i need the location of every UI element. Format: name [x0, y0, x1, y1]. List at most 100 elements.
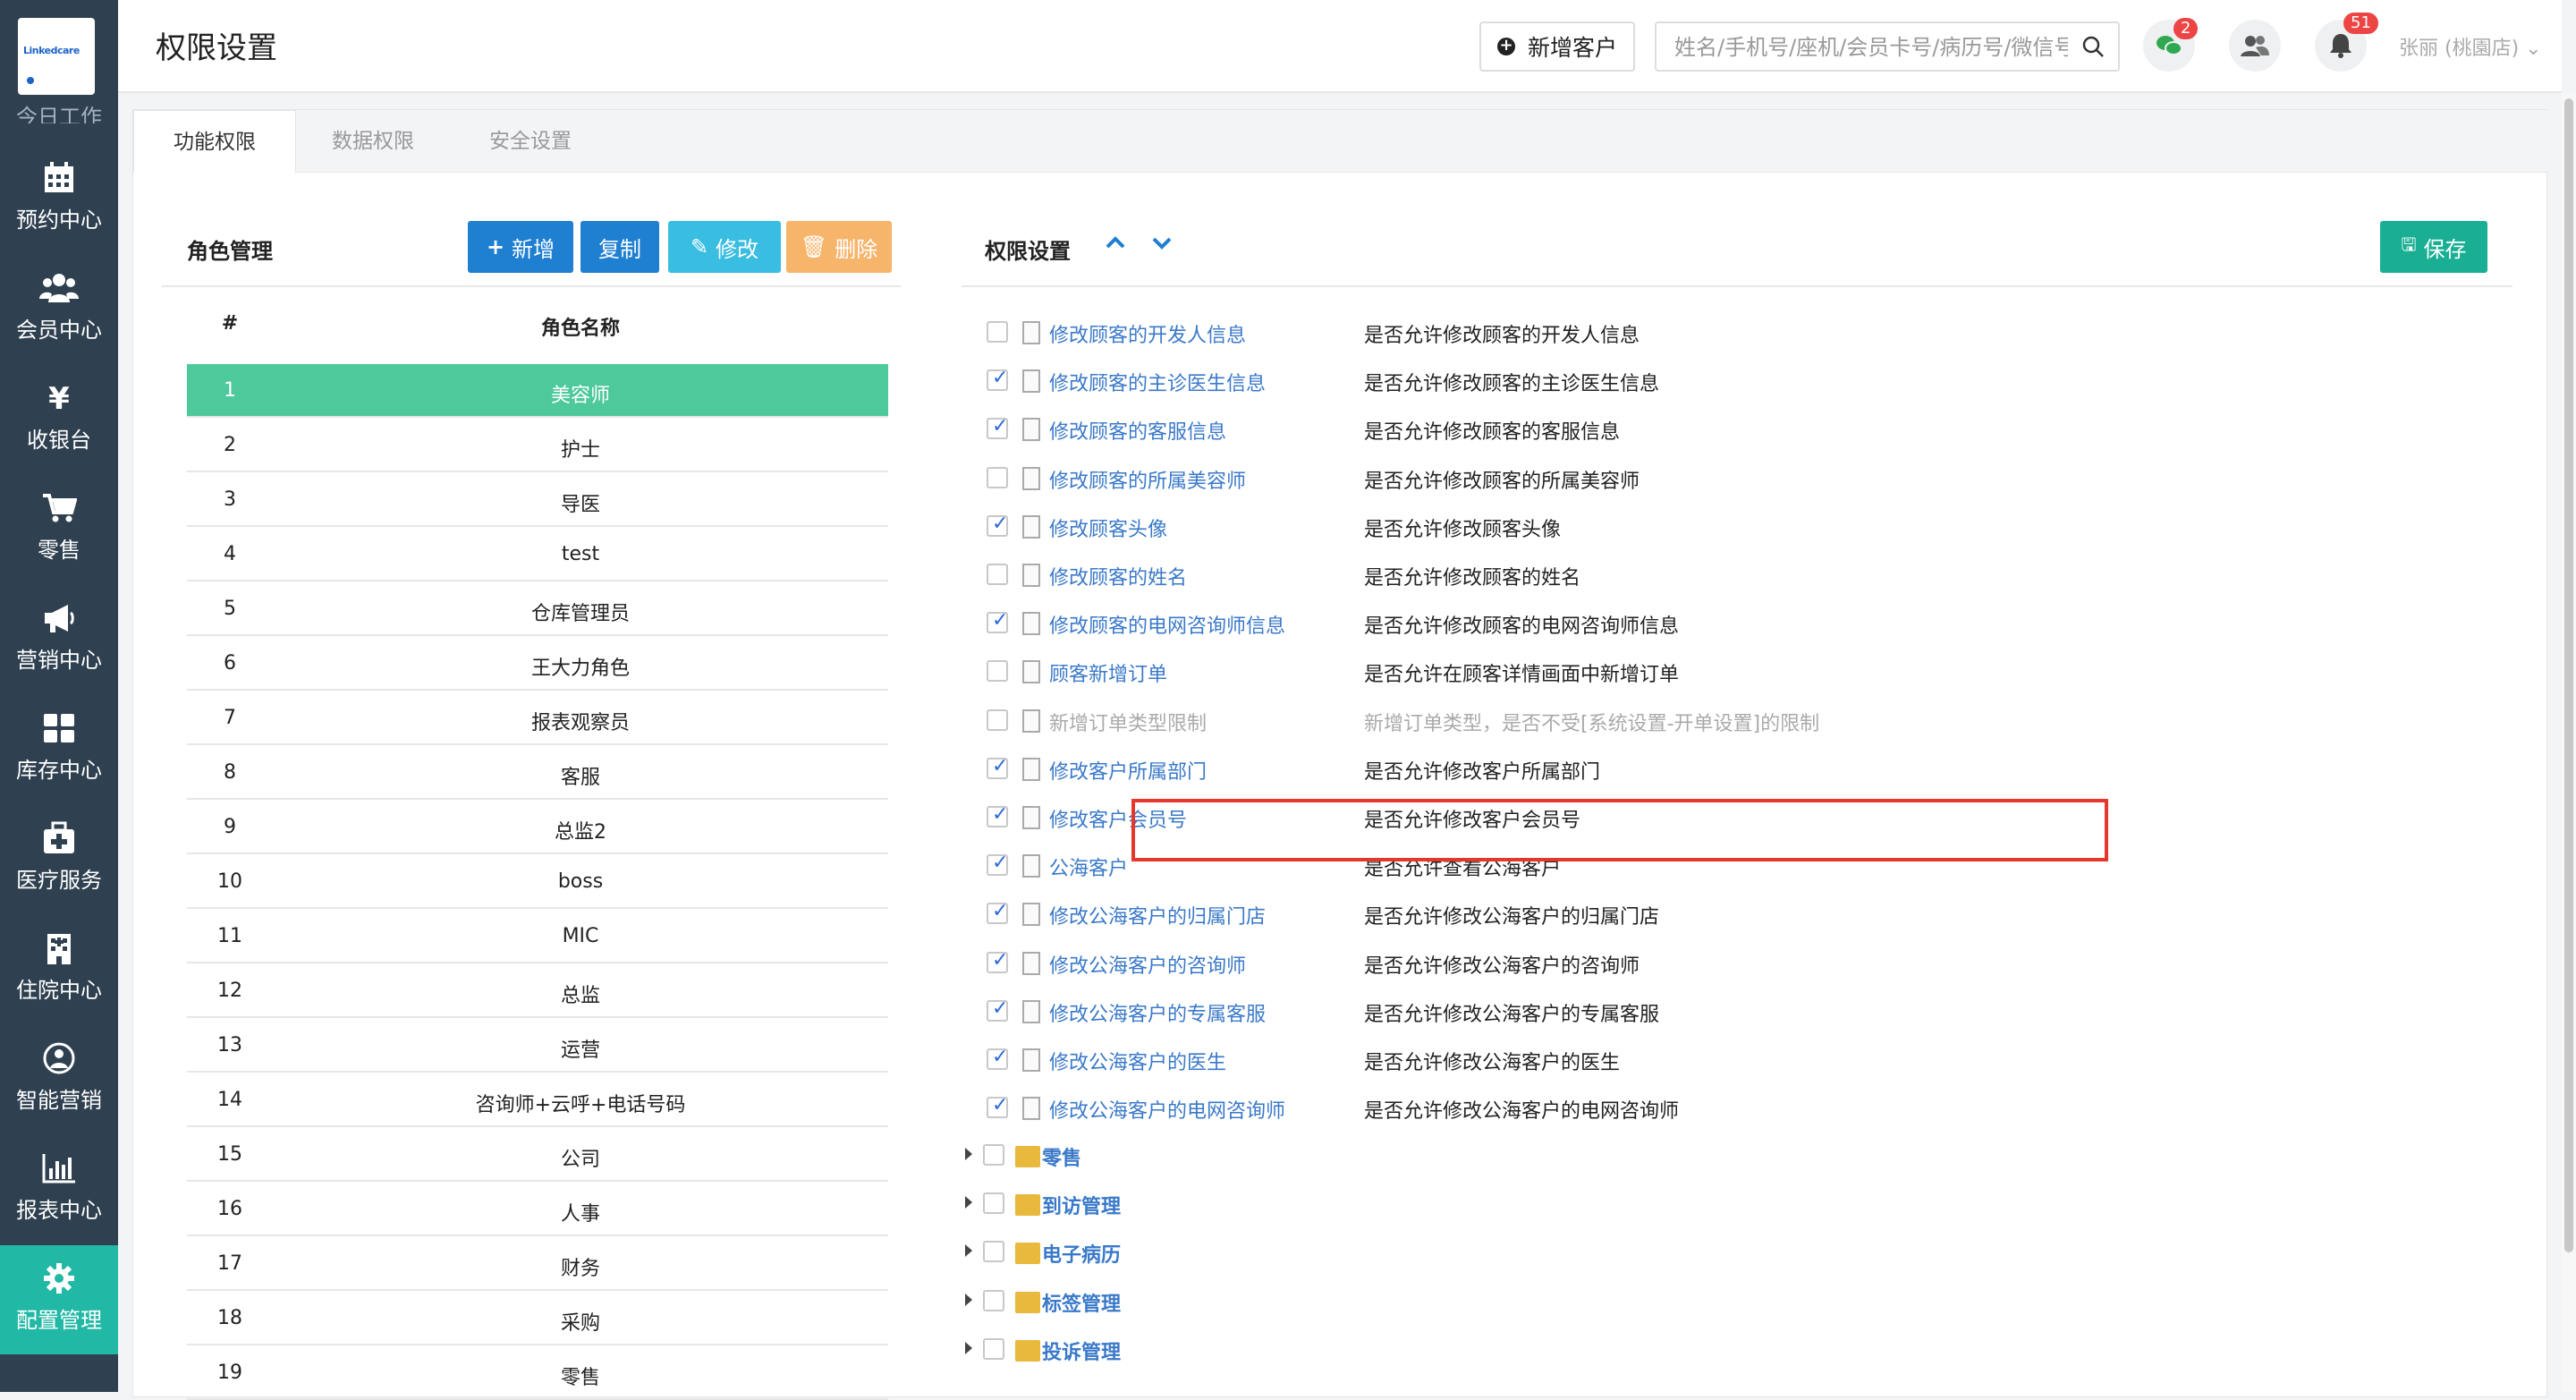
- role-row[interactable]: 7 报表观察员: [187, 692, 888, 745]
- role-row[interactable]: 3 导医: [187, 473, 888, 527]
- sidebar-item-8[interactable]: 住院中心: [0, 915, 118, 1024]
- copy-role-button[interactable]: 复制: [580, 221, 659, 273]
- permission-checkbox[interactable]: [987, 466, 1008, 488]
- permission-checkbox[interactable]: ✓: [987, 1046, 1008, 1070]
- group-checkbox[interactable]: [983, 1241, 1004, 1263]
- add-customer-button[interactable]: + 新增客户: [1479, 21, 1635, 72]
- permission-checkbox[interactable]: ✓: [987, 900, 1008, 925]
- permission-name[interactable]: 修改公海客户的咨询师: [1049, 950, 1246, 979]
- permission-checkbox[interactable]: ✓: [987, 997, 1008, 1022]
- group-name[interactable]: 投诉管理: [1042, 1336, 1121, 1365]
- role-row[interactable]: 2 护士: [187, 419, 888, 472]
- permission-name[interactable]: 顾客新增订单: [1049, 658, 1167, 687]
- caret-right-icon[interactable]: [965, 1196, 972, 1209]
- sidebar-item-6[interactable]: 库存中心: [0, 695, 118, 804]
- permission-name[interactable]: 修改顾客头像: [1049, 513, 1167, 542]
- role-row[interactable]: 6 王大力角色: [187, 637, 888, 691]
- role-row[interactable]: 11 MIC: [187, 910, 888, 963]
- page-scrollbar[interactable]: [2562, 93, 2576, 1392]
- group-name[interactable]: 电子病历: [1042, 1239, 1121, 1268]
- delete-role-button[interactable]: 🗑 删除: [786, 221, 892, 273]
- user-menu[interactable]: 张丽 (桃園店) ⌄: [2399, 32, 2542, 61]
- caret-right-icon[interactable]: [965, 1341, 972, 1354]
- tab-function-permission[interactable]: 功能权限: [133, 110, 296, 174]
- group-checkbox[interactable]: [983, 1289, 1004, 1311]
- role-row[interactable]: 1 美容师: [187, 364, 888, 418]
- permission-checkbox[interactable]: [987, 321, 1008, 343]
- group-name[interactable]: 标签管理: [1042, 1288, 1121, 1317]
- group-checkbox[interactable]: [983, 1337, 1004, 1360]
- permission-name[interactable]: 新增订单类型限制: [1049, 708, 1207, 736]
- permission-checkbox[interactable]: ✓: [987, 803, 1008, 827]
- search-icon[interactable]: [2080, 34, 2106, 63]
- wechat-button[interactable]: 2: [2143, 18, 2199, 72]
- permission-checkbox[interactable]: [987, 708, 1008, 731]
- role-row[interactable]: 5 仓库管理员: [187, 582, 888, 636]
- permission-checkbox[interactable]: ✓: [987, 367, 1008, 392]
- permission-name[interactable]: 修改公海客户的电网咨询师: [1049, 1095, 1285, 1124]
- permission-checkbox[interactable]: ✓: [987, 609, 1008, 634]
- sidebar-item-11[interactable]: 配置管理: [0, 1245, 118, 1354]
- group-name[interactable]: 到访管理: [1042, 1191, 1121, 1219]
- permission-checkbox[interactable]: ✓: [987, 755, 1008, 779]
- permission-checkbox[interactable]: ✓: [987, 415, 1008, 440]
- caret-right-icon[interactable]: [965, 1244, 972, 1258]
- group-name[interactable]: 零售: [1042, 1142, 1081, 1171]
- role-row[interactable]: 4 test: [187, 528, 888, 581]
- permission-name[interactable]: 修改公海客户的专属客服: [1049, 998, 1266, 1027]
- contacts-button[interactable]: [2229, 20, 2281, 72]
- role-row[interactable]: 13 运营: [187, 1019, 888, 1073]
- role-row[interactable]: 17 财务: [187, 1237, 888, 1291]
- permission-name[interactable]: 修改顾客的电网咨询师信息: [1049, 610, 1285, 639]
- role-row[interactable]: 12 总监: [187, 964, 888, 1018]
- permission-checkbox[interactable]: [987, 564, 1008, 585]
- search-input[interactable]: [1674, 32, 2068, 63]
- add-role-button[interactable]: + 新增: [468, 221, 573, 273]
- permission-checkbox[interactable]: [987, 660, 1008, 683]
- permission-name[interactable]: 修改客户所属部门: [1049, 756, 1207, 785]
- permission-name[interactable]: 修改顾客的客服信息: [1049, 416, 1226, 445]
- permission-name[interactable]: 修改顾客的开发人信息: [1049, 319, 1246, 348]
- bell-icon: [2330, 34, 2351, 58]
- permission-name[interactable]: 修改公海客户的归属门店: [1049, 901, 1266, 929]
- role-row[interactable]: 18 采购: [187, 1292, 888, 1345]
- edit-role-button[interactable]: ✎ 修改: [668, 221, 781, 273]
- sidebar-item-4[interactable]: 零售: [0, 475, 118, 584]
- role-row[interactable]: 16 人事: [187, 1183, 888, 1236]
- role-row[interactable]: 9 总监2: [187, 801, 888, 854]
- permission-name[interactable]: 修改顾客的所属美容师: [1049, 465, 1246, 494]
- role-row[interactable]: 15 公司: [187, 1128, 888, 1182]
- group-checkbox[interactable]: [983, 1144, 1004, 1166]
- sidebar-item-9[interactable]: 智能营销: [0, 1025, 118, 1134]
- role-row[interactable]: 14 咨询师+云呼+电话号码: [187, 1073, 888, 1127]
- permission-name[interactable]: 修改顾客的主诊医生信息: [1049, 368, 1266, 396]
- permission-checkbox[interactable]: ✓: [987, 513, 1008, 537]
- permission-name[interactable]: 修改公海客户的医生: [1049, 1047, 1226, 1075]
- sidebar-item-10[interactable]: 报表中心: [0, 1135, 118, 1244]
- sidebar-item-1[interactable]: 预约中心: [0, 145, 118, 254]
- permission-checkbox[interactable]: ✓: [987, 852, 1008, 877]
- sidebar-item-5[interactable]: 营销中心: [0, 585, 118, 694]
- save-button[interactable]: 🖫 保存: [2380, 221, 2487, 273]
- caret-right-icon[interactable]: [965, 1148, 972, 1160]
- permission-name[interactable]: 修改顾客的姓名: [1049, 562, 1187, 590]
- notification-button[interactable]: 51: [2315, 13, 2378, 72]
- logo[interactable]: Linkedcare: [18, 18, 95, 95]
- role-row[interactable]: 8 客服: [187, 746, 888, 800]
- permission-checkbox[interactable]: ✓: [987, 1094, 1008, 1119]
- tab-data-permission[interactable]: 数据权限: [292, 110, 453, 173]
- sidebar-item-2[interactable]: 会员中心: [0, 255, 118, 364]
- expand-down-icon[interactable]: [1149, 230, 1174, 259]
- group-checkbox[interactable]: [983, 1192, 1004, 1215]
- permission-checkbox[interactable]: ✓: [987, 949, 1008, 973]
- sidebar-item-partial[interactable]: 今日工作: [0, 104, 118, 123]
- sidebar-item-3[interactable]: ¥ 收银台: [0, 365, 118, 474]
- sidebar-item-7[interactable]: 医疗服务: [0, 805, 118, 914]
- role-row[interactable]: 10 boss: [187, 855, 888, 909]
- role-row[interactable]: 19 零售: [187, 1346, 888, 1400]
- caret-right-icon[interactable]: [965, 1293, 972, 1306]
- permission-name[interactable]: 公海客户: [1049, 853, 1128, 881]
- scrollbar-thumb[interactable]: [2564, 98, 2573, 1252]
- tab-security-settings[interactable]: 安全设置: [450, 110, 611, 173]
- expand-up-icon[interactable]: [1103, 230, 1128, 259]
